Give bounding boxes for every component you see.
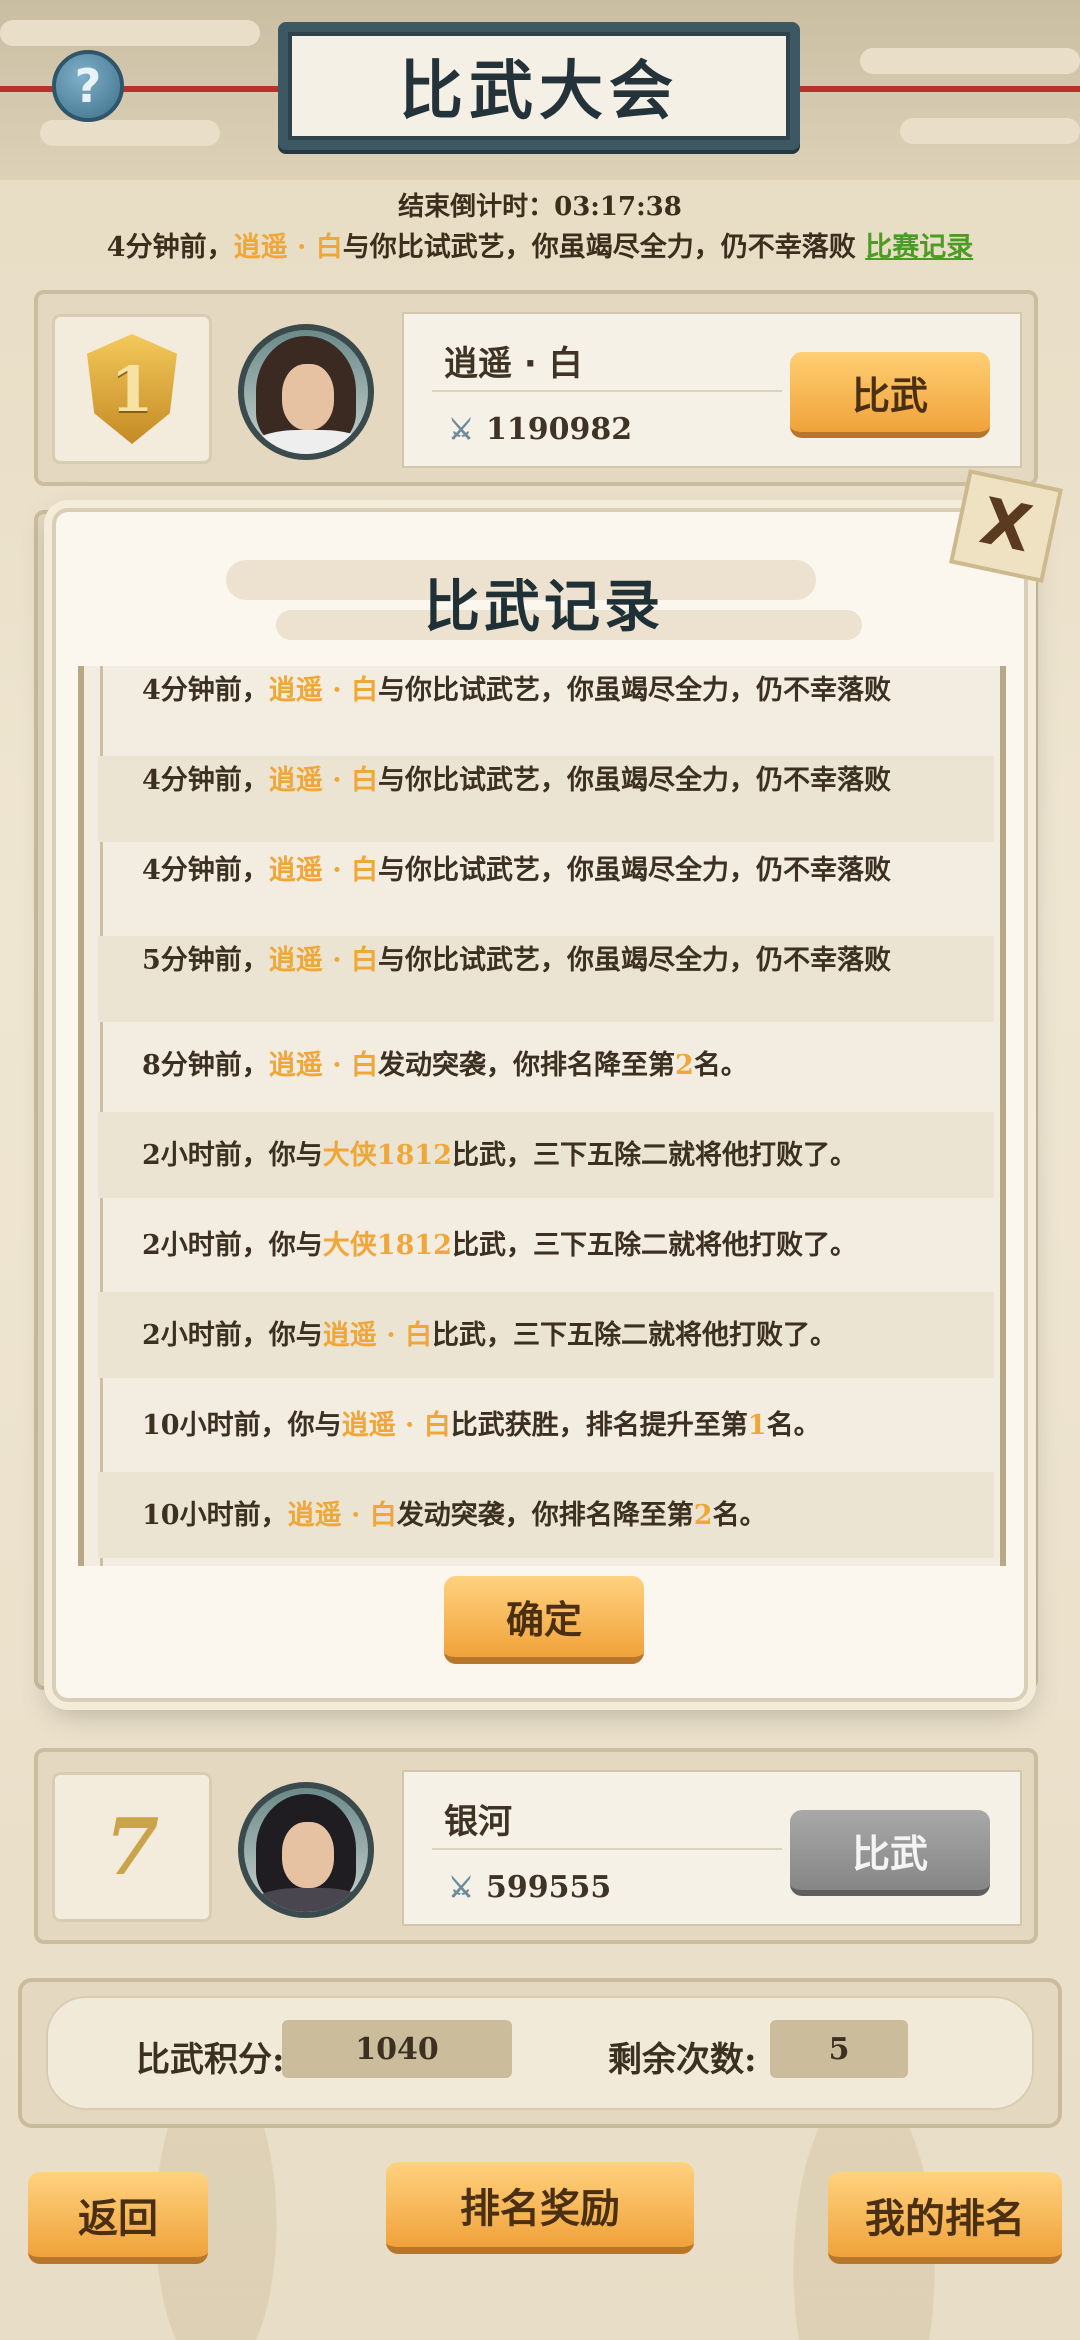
record-description: 发动突袭，你排名降至第 — [378, 1049, 675, 1081]
record-row: 8分钟前，逍遥 · 白发动突袭，你排名降至第2名。 — [98, 1022, 994, 1108]
record-player-name: 逍遥 · 白 — [268, 945, 378, 976]
record-list[interactable]: 4分钟前，逍遥 · 白与你比试武艺，你虽竭尽全力，仍不幸落败 4分钟前，逍遥 · … — [78, 666, 1006, 1566]
modal-title-bar: 比武记录 — [226, 552, 862, 652]
record-text: 4分钟前，逍遥 · 白与你比试武艺，你虽竭尽全力，仍不幸落败 — [142, 855, 891, 886]
record-description: 比武，三下五除二就将他打败了。 — [451, 1229, 857, 1261]
record-player-name: 大侠1812 — [322, 1229, 452, 1261]
record-description: 与你比试武艺，你虽竭尽全力，仍不幸落败 — [378, 945, 891, 976]
record-time: 4分钟前， — [142, 675, 269, 706]
confirm-button[interactable]: 确定 — [444, 1576, 644, 1664]
record-player-name: 逍遥 · 白 — [268, 675, 378, 706]
record-text: 4分钟前，逍遥 · 白与你比试武艺，你虽竭尽全力，仍不幸落败 — [142, 675, 891, 706]
record-player-name: 逍遥 · 白 — [341, 1409, 451, 1441]
record-text: 10小时前，逍遥 · 白发动突袭，你排名降至第2名。 — [142, 1499, 767, 1532]
record-tail: 名。 — [712, 1499, 767, 1531]
record-text: 8分钟前，逍遥 · 白发动突袭，你排名降至第2名。 — [142, 1049, 748, 1082]
record-text: 2小时前，你与大侠1812比武，三下五除二就将他打败了。 — [142, 1139, 857, 1172]
record-row: 10小时前，逍遥 · 白发动突袭，你排名降至第2名。 — [98, 1472, 994, 1558]
record-text: 4分钟前，逍遥 · 白与你比试武艺，你虽竭尽全力，仍不幸落败 — [142, 765, 891, 796]
record-description: 与你比试武艺，你虽竭尽全力，仍不幸落败 — [378, 675, 891, 706]
record-description: 比武，三下五除二就将他打败了。 — [451, 1139, 857, 1171]
record-player-name: 逍遥 · 白 — [287, 1499, 397, 1531]
record-text: 10小时前，你与逍遥 · 白比武获胜，排名提升至第1名。 — [142, 1409, 821, 1442]
record-tail: 名。 — [693, 1049, 748, 1081]
record-time: 2小时前，你与 — [142, 1229, 323, 1261]
record-time: 10小时前， — [142, 1499, 288, 1531]
record-time: 8分钟前， — [142, 1049, 269, 1081]
record-tail: 名。 — [766, 1409, 821, 1441]
record-row: 4分钟前，逍遥 · 白与你比试武艺，你虽竭尽全力，仍不幸落败 — [98, 756, 994, 842]
record-row: 4分钟前，逍遥 · 白与你比试武艺，你虽竭尽全力，仍不幸落败 — [98, 666, 994, 752]
record-time: 2小时前，你与 — [142, 1139, 323, 1171]
record-description: 比武，三下五除二就将他打败了。 — [432, 1319, 837, 1351]
record-row: 2小时前，你与大侠1812比武，三下五除二就将他打败了。 — [98, 1112, 994, 1198]
record-time: 4分钟前， — [142, 765, 269, 796]
record-time: 10小时前，你与 — [142, 1409, 342, 1441]
record-player-name: 逍遥 · 白 — [268, 1049, 378, 1081]
record-row: 2小时前，你与大侠1812比武，三下五除二就将他打败了。 — [98, 1202, 994, 1288]
record-rank-number: 1 — [747, 1409, 767, 1441]
modal-title: 比武记录 — [424, 573, 664, 640]
record-description: 与你比试武艺，你虽竭尽全力，仍不幸落败 — [378, 765, 891, 796]
record-rank-number: 2 — [693, 1499, 713, 1531]
record-row: 4分钟前，逍遥 · 白与你比试武艺，你虽竭尽全力，仍不幸落败 — [98, 846, 994, 932]
record-text: 2小时前，你与逍遥 · 白比武，三下五除二就将他打败了。 — [142, 1319, 837, 1352]
record-description: 与你比试武艺，你虽竭尽全力，仍不幸落败 — [378, 855, 891, 886]
record-description: 比武获胜，排名提升至第 — [450, 1409, 748, 1441]
record-row: 2小时前，你与逍遥 · 白比武，三下五除二就将他打败了。 — [98, 1292, 994, 1378]
record-rank-number: 2 — [675, 1049, 694, 1081]
record-time: 2小时前，你与 — [142, 1319, 323, 1351]
record-player-name: 逍遥 · 白 — [268, 855, 378, 886]
record-player-name: 大侠1812 — [322, 1139, 452, 1171]
record-player-name: 逍遥 · 白 — [268, 765, 378, 796]
record-row: 5分钟前，逍遥 · 白与你比试武艺，你虽竭尽全力，仍不幸落败 — [98, 936, 994, 1022]
record-text: 5分钟前，逍遥 · 白与你比试武艺，你虽竭尽全力，仍不幸落败 — [142, 945, 891, 976]
record-text: 2小时前，你与大侠1812比武，三下五除二就将他打败了。 — [142, 1229, 857, 1262]
record-description: 发动突袭，你排名降至第 — [396, 1499, 694, 1531]
close-icon[interactable]: X — [949, 469, 1063, 583]
record-time: 5分钟前， — [142, 945, 269, 976]
battle-record-modal: 比武记录 4分钟前，逍遥 · 白与你比试武艺，你虽竭尽全力，仍不幸落败 4分钟前，… — [52, 508, 1028, 1702]
record-row: 10小时前，你与逍遥 · 白比武获胜，排名提升至第1名。 — [98, 1382, 994, 1468]
record-time: 4分钟前， — [142, 855, 269, 886]
record-player-name: 逍遥 · 白 — [322, 1319, 432, 1351]
